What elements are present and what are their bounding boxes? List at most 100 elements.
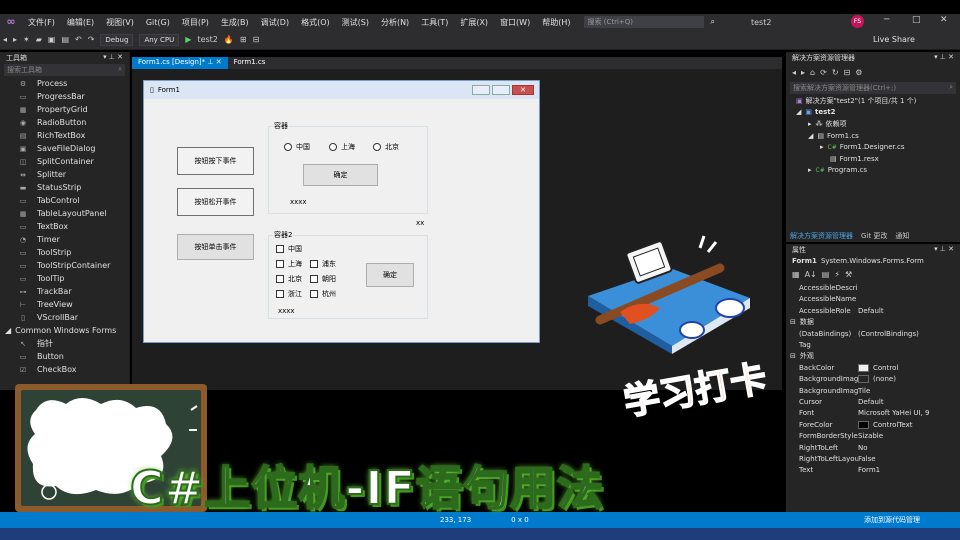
form-maximize-icon[interactable] bbox=[492, 85, 510, 95]
property-row[interactable]: RightToLeft No bbox=[786, 442, 960, 453]
button-up-event[interactable]: 按钮松开事件 bbox=[177, 188, 254, 216]
menu-help[interactable]: 帮助(H) bbox=[536, 17, 576, 28]
toolbox-item[interactable]: ▭ Button bbox=[0, 350, 129, 363]
menu-edit[interactable]: 编辑(E) bbox=[61, 17, 100, 28]
back-icon[interactable]: ◂ bbox=[792, 68, 796, 77]
property-row[interactable]: RightToLeftLayout False bbox=[786, 453, 960, 464]
property-category[interactable]: ⊟ 外观 bbox=[786, 351, 960, 362]
align-icon[interactable]: ⊞ bbox=[240, 35, 247, 44]
toolbox-item[interactable]: ⚙ Process bbox=[0, 77, 129, 90]
maximize-icon[interactable]: □ bbox=[912, 15, 921, 25]
ok-button-2[interactable]: 确定 bbox=[366, 263, 414, 287]
ok-button-1[interactable]: 确定 bbox=[303, 164, 378, 186]
toolbox-item[interactable]: ◔ Timer bbox=[0, 233, 129, 246]
toolbox-item[interactable]: ▭ ProgressBar bbox=[0, 90, 129, 103]
events-icon[interactable]: ⚡ bbox=[834, 270, 840, 279]
new-project-icon[interactable]: ✶ bbox=[23, 35, 30, 44]
save-all-icon[interactable]: ▤ bbox=[61, 35, 69, 44]
menu-format[interactable]: 格式(O) bbox=[295, 17, 336, 28]
platform-select[interactable]: Any CPU bbox=[139, 33, 180, 46]
toolbox-item[interactable]: ▬ StatusStrip bbox=[0, 181, 129, 194]
toolbox-item[interactable]: ▯ VScrollBar bbox=[0, 311, 129, 324]
radio-shanghai[interactable]: 上海 bbox=[329, 142, 355, 152]
property-row[interactable]: Font Microsoft YaHei UI, 9 bbox=[786, 408, 960, 419]
toolbox-group-header[interactable]: ◢ Common Windows Forms bbox=[0, 324, 129, 337]
menu-build[interactable]: 生成(B) bbox=[215, 17, 255, 28]
minimize-icon[interactable]: ─ bbox=[884, 15, 889, 25]
toolbox-item[interactable]: ⊢ TreeView bbox=[0, 298, 129, 311]
checkbox-zhejiang[interactable]: 浙江 bbox=[276, 289, 302, 299]
redo-icon[interactable]: ↷ bbox=[88, 35, 95, 44]
checkbox-beijing[interactable]: 北京 bbox=[276, 274, 302, 284]
toolbox-item[interactable]: ◫ SplitContainer bbox=[0, 155, 129, 168]
property-row[interactable]: AccessibleRole Default bbox=[786, 305, 960, 316]
property-row[interactable]: AccessibleName bbox=[786, 294, 960, 305]
menu-git[interactable]: Git(G) bbox=[140, 18, 176, 27]
toolbox-item[interactable]: ▦ TableLayoutPanel bbox=[0, 207, 129, 220]
property-pages-icon[interactable]: ⚒ bbox=[845, 270, 852, 279]
menu-extensions[interactable]: 扩展(X) bbox=[454, 17, 494, 28]
object-selector[interactable]: Form1 System.Windows.Forms.Form bbox=[786, 255, 960, 266]
forward-icon[interactable]: ▸ bbox=[13, 35, 17, 44]
toolbox-item[interactable]: ▦ PropertyGrid bbox=[0, 103, 129, 116]
home-icon[interactable]: ⌂ bbox=[810, 68, 815, 77]
properties-icon[interactable]: ▤ bbox=[822, 270, 830, 279]
tree-project[interactable]: ◢ ▣ test2 bbox=[786, 107, 960, 119]
property-row[interactable]: (DataBindings) (ControlBindings) bbox=[786, 328, 960, 339]
categorized-icon[interactable]: ▦ bbox=[792, 270, 800, 279]
live-share-button[interactable]: Live Share bbox=[873, 35, 915, 44]
property-row[interactable]: BackgroundImage (none) bbox=[786, 374, 960, 385]
tree-program-cs[interactable]: ▸ C# Program.cs bbox=[786, 165, 960, 177]
search-icon[interactable]: ⌕ bbox=[704, 17, 720, 27]
checkbox-pudong[interactable]: 浦东 bbox=[310, 259, 336, 269]
undo-icon[interactable]: ↶ bbox=[75, 35, 82, 44]
property-row[interactable]: BackgroundImageLTile bbox=[786, 385, 960, 396]
menu-view[interactable]: 视图(V) bbox=[100, 17, 140, 28]
sync-icon[interactable]: ⟳ bbox=[820, 68, 827, 77]
tree-solution[interactable]: ▣ 解决方案"test2"(1 个项目/共 1 个) bbox=[786, 95, 960, 107]
property-category[interactable]: ⊟ 数据 bbox=[786, 317, 960, 328]
property-row[interactable]: Text Form1 bbox=[786, 465, 960, 476]
settings-icon[interactable]: ⚙ bbox=[855, 68, 862, 77]
tree-form1-resx[interactable]: ▤ Form1.resx bbox=[786, 153, 960, 165]
tab-git-changes[interactable]: Git 更改 bbox=[857, 230, 891, 241]
property-row[interactable]: FormBorderStyle Sizable bbox=[786, 430, 960, 441]
radio-beijing[interactable]: 北京 bbox=[373, 142, 399, 152]
toolbox-item[interactable]: ⊶ TrackBar bbox=[0, 285, 129, 298]
toolbox-item[interactable]: ▤ RichTextBox bbox=[0, 129, 129, 142]
hot-reload-icon[interactable]: 🔥 bbox=[224, 35, 234, 44]
run-icon[interactable]: ▶ bbox=[185, 35, 191, 44]
tab-solution-explorer[interactable]: 解决方案资源管理器 bbox=[786, 230, 857, 241]
menu-file[interactable]: 文件(F) bbox=[22, 17, 61, 28]
toolbox-item[interactable]: ▭ TextBox bbox=[0, 220, 129, 233]
source-control-button[interactable]: 添加到源代码管理 bbox=[864, 515, 920, 525]
search-input[interactable]: 搜索 (Ctrl+Q) bbox=[584, 16, 705, 28]
pin-icon[interactable]: ▾ ⊥ ✕ bbox=[934, 53, 954, 62]
avatar[interactable]: FS bbox=[851, 15, 864, 28]
toolbox-item[interactable]: ↖ 指针 bbox=[0, 337, 129, 350]
tree-form1-cs[interactable]: ◢ ▤ Form1.cs bbox=[786, 130, 960, 142]
solution-search-input[interactable]: 搜索解决方案资源管理器(Ctrl+;) bbox=[793, 83, 896, 93]
checkbox-chaoyang[interactable]: 朝阳 bbox=[310, 274, 336, 284]
checkbox-hangzhou[interactable]: 杭州 bbox=[310, 289, 336, 299]
toolbox-item[interactable]: ▭ ToolStrip bbox=[0, 246, 129, 259]
toolbox-item[interactable]: ▣ SaveFileDialog bbox=[0, 142, 129, 155]
back-icon[interactable]: ◂ bbox=[3, 35, 7, 44]
layout-icon[interactable]: ⊟ bbox=[253, 35, 260, 44]
form1-window[interactable]: ▯ Form1 ✕ 按钮按下事件 按钮松开事件 按钮单击事件 容器 中国 上海 … bbox=[143, 80, 540, 343]
button-click-event[interactable]: 按钮单击事件 bbox=[177, 234, 254, 260]
toolbox-item[interactable]: ▭ TabControl bbox=[0, 194, 129, 207]
tab-form1-design[interactable]: Form1.cs [Design]* ⊥ ✕ bbox=[132, 57, 228, 69]
tab-notifications[interactable]: 通知 bbox=[891, 230, 913, 241]
property-row[interactable]: ForeColor ControlText bbox=[786, 419, 960, 430]
button-down-event[interactable]: 按钮按下事件 bbox=[177, 147, 254, 175]
menu-project[interactable]: 项目(P) bbox=[176, 17, 215, 28]
collapse-icon[interactable]: ⊟ bbox=[844, 68, 851, 77]
form-minimize-icon[interactable] bbox=[472, 85, 490, 95]
pin-icon[interactable]: ▾ ⊥ ✕ bbox=[103, 53, 123, 62]
forward-icon[interactable]: ▸ bbox=[801, 68, 805, 77]
alphabetical-icon[interactable]: A↓ bbox=[805, 270, 817, 279]
checkbox-china[interactable]: 中国 bbox=[276, 244, 302, 254]
toolbox-item[interactable]: ☑ CheckBox bbox=[0, 363, 129, 376]
close-icon[interactable]: ✕ bbox=[940, 15, 948, 25]
